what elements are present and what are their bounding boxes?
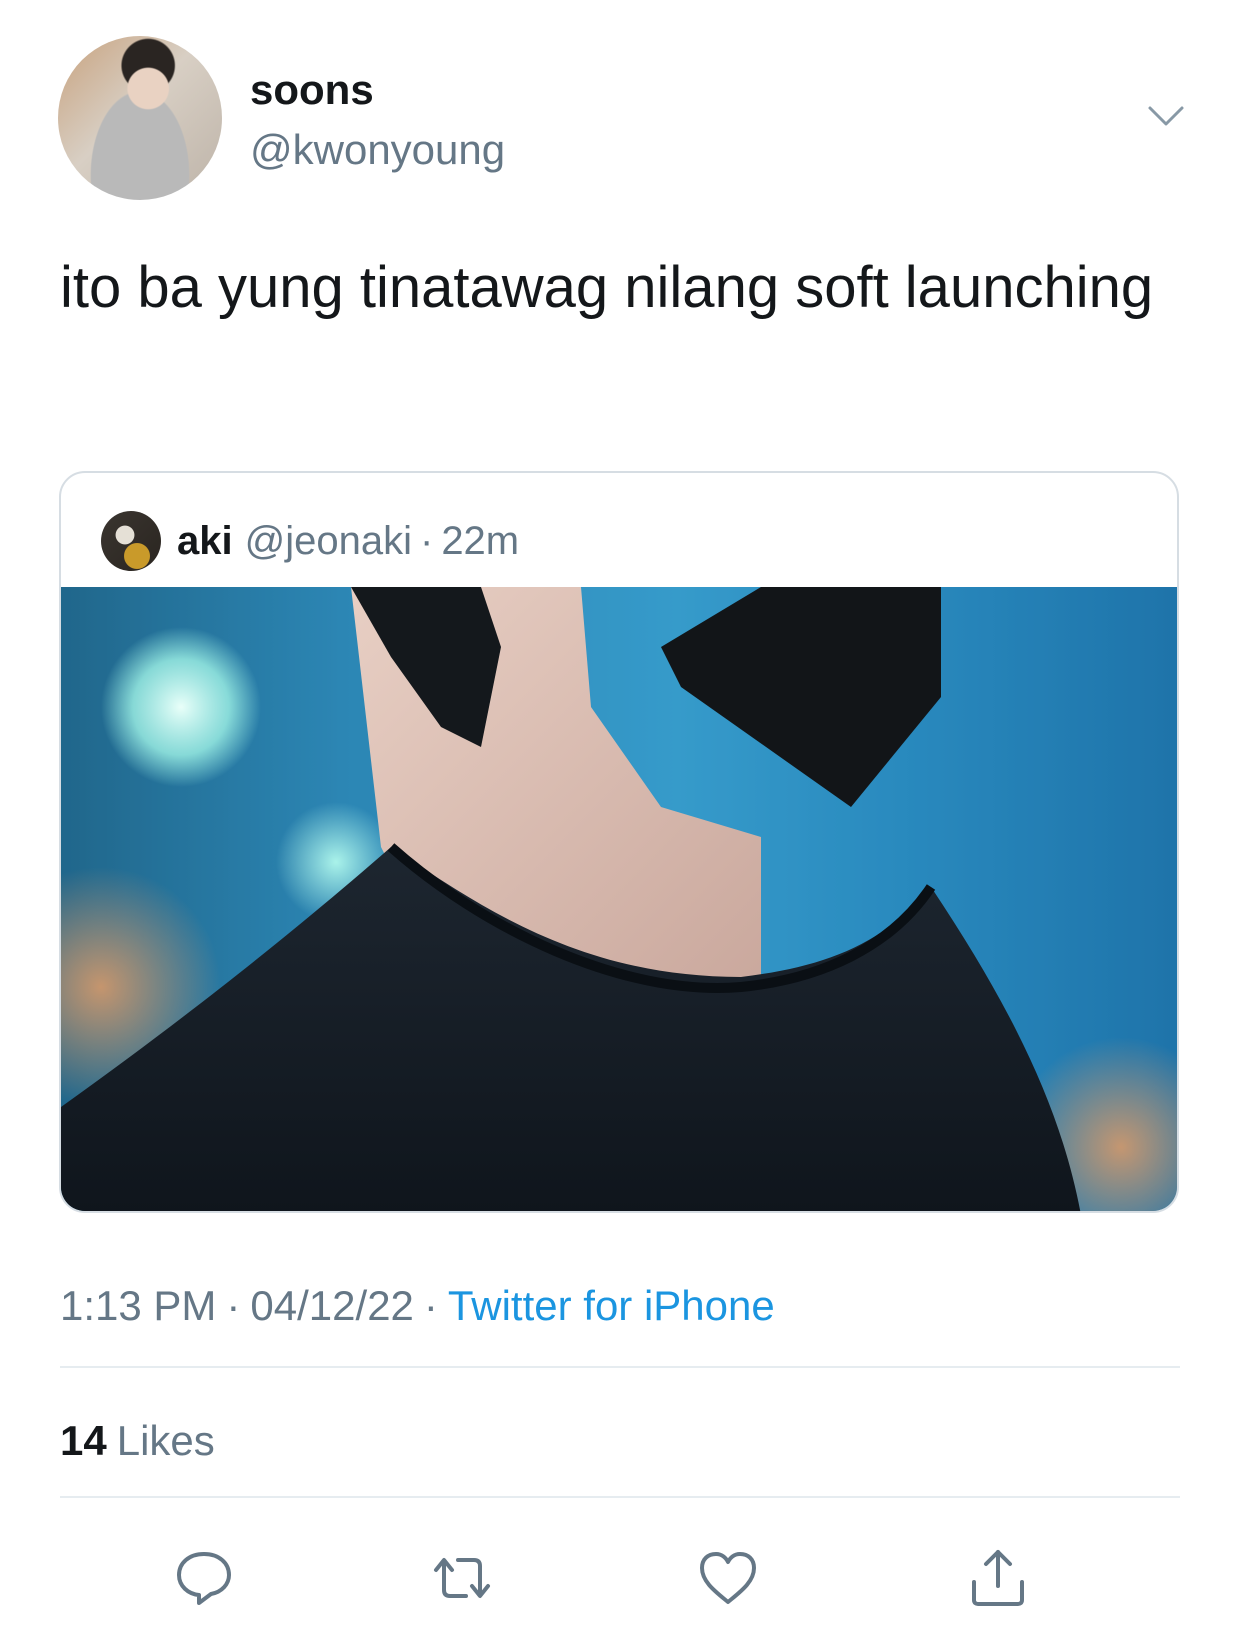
author-handle[interactable]: @kwonyoung — [250, 126, 505, 174]
meta-separator: · — [226, 1282, 241, 1329]
tweet-date: 04/12/22 — [250, 1282, 414, 1329]
divider — [60, 1366, 1180, 1368]
quoted-tweet-photo[interactable] — [61, 587, 1177, 1211]
meta-separator: · — [423, 1282, 438, 1329]
quoted-tweet-time: 22m — [441, 518, 520, 563]
tweet-meta: 1:13 PM · 04/12/22 · Twitter for iPhone — [60, 1282, 775, 1330]
quoted-author-avatar — [101, 511, 161, 571]
likes-count: 14 — [60, 1417, 107, 1464]
author-display-name[interactable]: soons — [250, 66, 374, 114]
share-icon[interactable] — [966, 1546, 1030, 1610]
tweet-text: ito ba yung tinatawag nilang soft launch… — [60, 255, 1154, 320]
quoted-author-handle: @jeonaki — [244, 518, 412, 563]
tweet-time: 1:13 PM — [60, 1282, 217, 1329]
quoted-tweet-card[interactable]: aki @jeonaki · 22m — [59, 471, 1179, 1213]
reply-icon[interactable] — [172, 1546, 236, 1610]
quoted-separator: · — [419, 518, 434, 563]
quoted-author-display-name: aki — [177, 518, 233, 563]
author-avatar[interactable] — [58, 36, 222, 200]
heart-icon[interactable] — [696, 1546, 760, 1610]
chevron-down-icon[interactable] — [1146, 100, 1186, 132]
quoted-tweet-header: aki @jeonaki · 22m — [101, 509, 519, 573]
likes-stat[interactable]: 14 Likes — [60, 1417, 215, 1465]
divider — [60, 1496, 1180, 1498]
retweet-icon[interactable] — [430, 1546, 494, 1610]
tweet-source-link[interactable]: Twitter for iPhone — [448, 1282, 775, 1329]
likes-label: Likes — [116, 1417, 215, 1464]
